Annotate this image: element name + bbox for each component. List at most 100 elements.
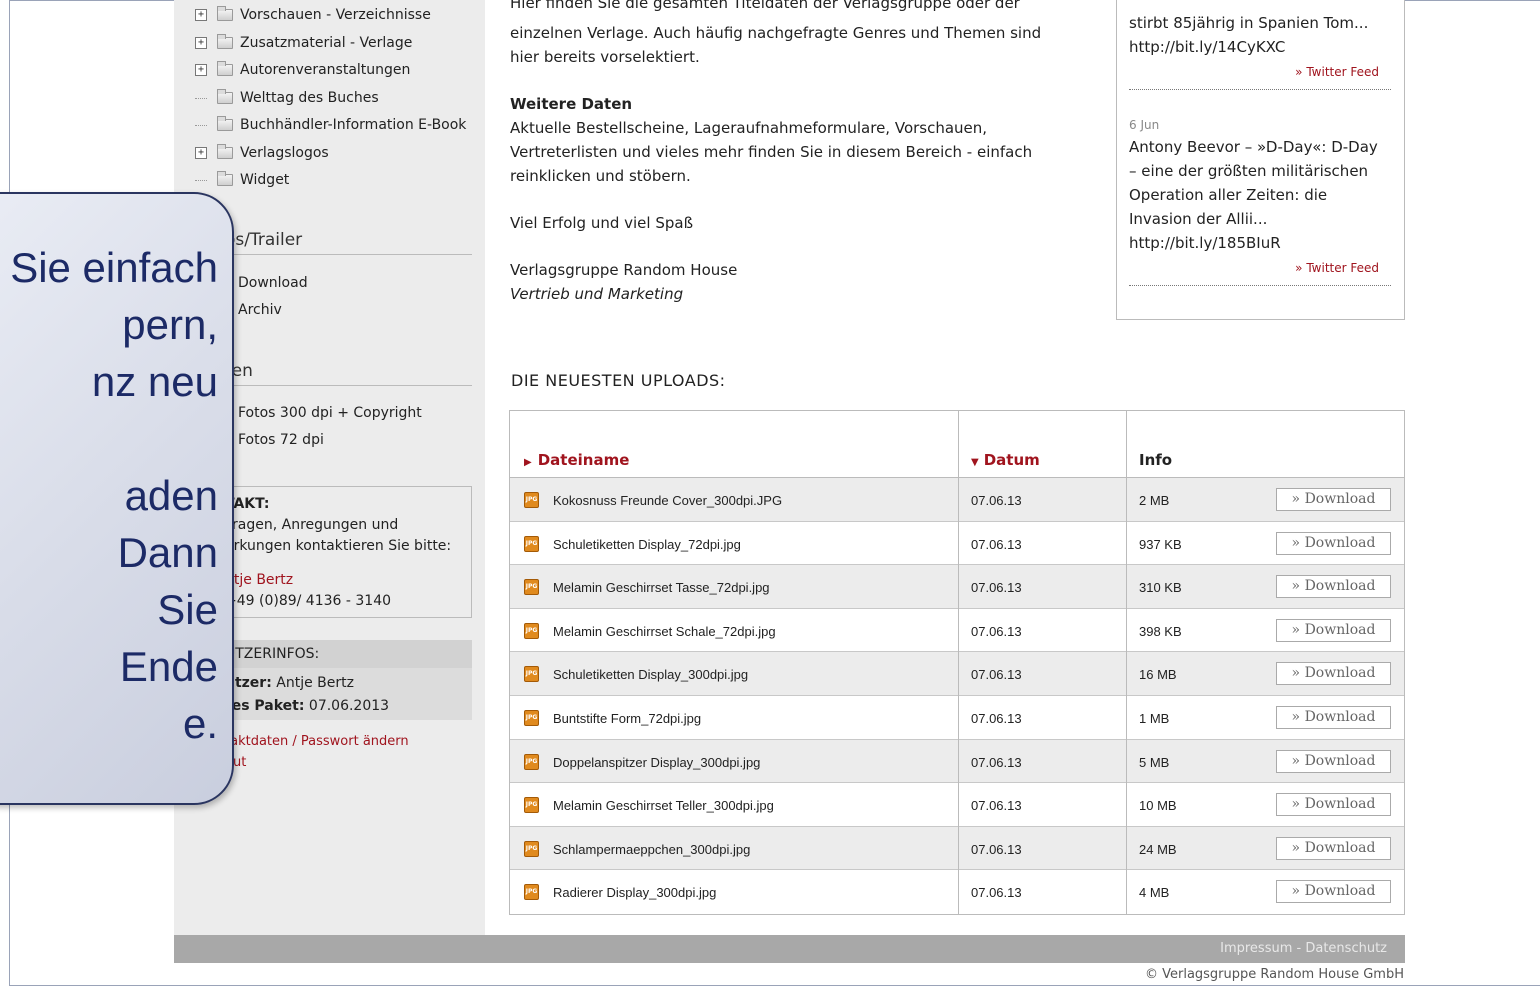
table-row: JPG Melamin Geschirrset Teller_300dpi.jpg… (510, 783, 1404, 827)
table-row: JPG Melamin Geschirrset Schale_72dpi.jpg 0… (510, 608, 1404, 653)
twitter-feed-link-1[interactable]: » Twitter Feed (1270, 65, 1379, 79)
table-row: JPG Kokosnuss Freunde Cover_300dpi.JPG 07.… (510, 478, 1404, 522)
table-row: JPG Schuletiketten Display_300dpi.jpg 07.0… (510, 652, 1404, 696)
jpg-file-icon: JPG (524, 622, 539, 639)
fotos-72-label[interactable]: Fotos 72 dpi (238, 432, 324, 448)
download-button[interactable]: » Download (1276, 662, 1391, 686)
sidebar-tree-item[interactable]: Widget (195, 169, 289, 191)
jpg-file-icon: JPG (524, 797, 539, 814)
fotos-72-link[interactable]: Fotos 72 dpi (225, 432, 324, 448)
file-name: Schuletiketten Display_300dpi.jpg (553, 667, 749, 683)
expand-icon[interactable]: + (195, 64, 207, 76)
video-archiv-label[interactable]: Archiv (238, 302, 282, 318)
table-row: JPG Buntstifte Form_72dpi.jpg 07.06.13 1 MB… (510, 695, 1404, 740)
footer-bar: Impressum - Datenschutz (174, 935, 1405, 963)
weitere-line-1: Aktuelle Bestellscheine, Lageraufnahmefo… (510, 119, 988, 137)
kontakt-name-link[interactable]: ntje Bertz (225, 572, 293, 588)
download-button[interactable]: » Download (1276, 531, 1391, 555)
sort-filename-header[interactable]: ▶ Dateiname (524, 451, 629, 469)
sidebar-tree-label[interactable]: Zusatzmaterial - Verlage (240, 35, 412, 51)
weitere-line-3: reinklicken und stöbern. (510, 167, 691, 185)
uploads-heading: DIE NEUESTEN UPLOADS: (511, 371, 726, 390)
video-download-link[interactable]: Download (225, 275, 308, 291)
download-button[interactable]: » Download (1276, 705, 1391, 729)
file-date: 07.06.13 (971, 841, 1022, 857)
tweet-2-link[interactable]: http://bit.ly/185BIuR (1129, 234, 1281, 252)
autoren-heading: ren (225, 361, 472, 386)
sidebar-tree-label[interactable]: Vorschauen - Verzeichnisse (240, 7, 431, 23)
column-divider (1126, 411, 1127, 914)
sidebar-tree-label[interactable]: Autorenveranstaltungen (240, 62, 410, 78)
nutzer-user-value: Antje Bertz (276, 675, 354, 691)
signature: Verlagsgruppe Random House (510, 261, 738, 279)
sidebar-tree-item[interactable]: Welttag des Buches (195, 87, 379, 109)
file-size: 310 KB (1139, 580, 1182, 596)
expand-icon[interactable]: + (195, 37, 207, 49)
caret-right-icon: ▶ (524, 457, 532, 468)
file-date: 07.06.13 (971, 536, 1022, 552)
caret-down-icon: ▼ (971, 457, 979, 468)
jpg-file-icon: JPG (524, 709, 539, 726)
jpg-file-icon: JPG (524, 579, 539, 596)
filename-header-label: Dateiname (537, 451, 630, 469)
sort-date-header[interactable]: ▼ Datum (971, 451, 1040, 469)
tweet-2-line: – eine der größten militärischen (1129, 162, 1369, 180)
fotos-300-label[interactable]: Fotos 300 dpi + Copyright (238, 405, 422, 421)
table-row: JPG Doppelanspitzer Display_300dpi.jpg 07.… (510, 739, 1404, 784)
table-row: JPG Schlampermaeppchen_300dpi.jpg 07.06.13… (510, 826, 1404, 871)
folder-icon (217, 61, 233, 76)
tree-connector (195, 124, 207, 126)
folder-icon (217, 116, 233, 131)
download-button[interactable]: » Download (1276, 618, 1391, 642)
kontakt-line1: Fragen, Anregungen und (225, 517, 399, 533)
table-row: JPG Melamin Geschirrset Tasse_72dpi.jpg 07… (510, 565, 1404, 609)
nutzer-package-value: 07.06.2013 (308, 698, 390, 714)
sidebar-tree-label[interactable]: Verlagslogos (240, 145, 329, 161)
sidebar-tree-label[interactable]: Buchhändler-Information E-Book (240, 117, 466, 133)
sidebar-tree-item[interactable]: + Verlagslogos (195, 142, 329, 164)
download-button[interactable]: » Download (1276, 575, 1391, 599)
datenschutz-link[interactable]: Datenschutz (1305, 941, 1387, 956)
callout-text-line: nz neu (91, 358, 218, 405)
callout-text-line: Sie (157, 586, 218, 633)
file-size: 1 MB (1139, 710, 1170, 726)
videos-heading: os/Trailer (225, 230, 472, 255)
impressum-link[interactable]: Impressum (1220, 941, 1292, 956)
file-name: Kokosnuss Freunde Cover_300dpi.JPG (553, 493, 783, 508)
jpg-file-icon: JPG (524, 535, 539, 552)
download-button[interactable]: » Download (1276, 836, 1391, 860)
kontakt-phone: +49 (0)89/ 4136 - 3140 (225, 593, 392, 609)
sidebar-tree-item[interactable]: + Zusatzmaterial - Verlage (195, 32, 412, 54)
expand-icon[interactable]: + (195, 9, 207, 21)
sidebar-tree-label[interactable]: Welttag des Buches (240, 90, 379, 106)
tweet-separator (1129, 89, 1391, 90)
jpg-file-icon: JPG (524, 840, 539, 857)
tree-connector (195, 179, 207, 181)
intro-line-1: Hier finden Sie die gesamten Titeldaten … (510, 0, 1020, 12)
tweet-1-link[interactable]: http://bit.ly/14CyKXC (1129, 38, 1285, 56)
tweet-2-date: 6 Jun (1129, 118, 1160, 132)
download-button[interactable]: » Download (1276, 880, 1391, 904)
folder-icon (217, 89, 233, 104)
file-name: Melamin Geschirrset Schale_72dpi.jpg (553, 623, 776, 639)
table-body: JPG Kokosnuss Freunde Cover_300dpi.JPG 07.… (510, 478, 1404, 914)
tweet-1-line-1: stirbt 85jährig in Spanien Tom... (1129, 14, 1369, 32)
sidebar-tree-label[interactable]: Widget (240, 172, 289, 188)
expand-icon[interactable]: + (195, 147, 207, 159)
download-button[interactable]: » Download (1276, 488, 1391, 511)
twitter-feed-link-2[interactable]: » Twitter Feed (1270, 261, 1379, 275)
jpg-file-icon: JPG (524, 753, 539, 770)
download-button[interactable]: » Download (1276, 793, 1391, 817)
file-size: 24 MB (1139, 841, 1177, 857)
download-button[interactable]: » Download (1276, 749, 1391, 773)
sidebar-tree-item[interactable]: + Vorschauen - Verzeichnisse (195, 4, 431, 26)
folder-icon (217, 34, 233, 49)
sidebar-tree-item[interactable]: + Autorenveranstaltungen (195, 59, 410, 81)
video-download-label[interactable]: Download (238, 275, 308, 291)
sidebar-tree-item[interactable]: Buchhändler-Information E-Book (195, 114, 466, 136)
fotos-300-link[interactable]: Fotos 300 dpi + Copyright (225, 405, 422, 421)
date-header-label: Datum (983, 451, 1040, 469)
file-name: Buntstifte Form_72dpi.jpg (553, 710, 702, 726)
tweet-2-line: Operation aller Zeiten: die (1129, 186, 1328, 204)
contact-data-link[interactable]: taktdaten / Passwort ändern (225, 734, 409, 749)
